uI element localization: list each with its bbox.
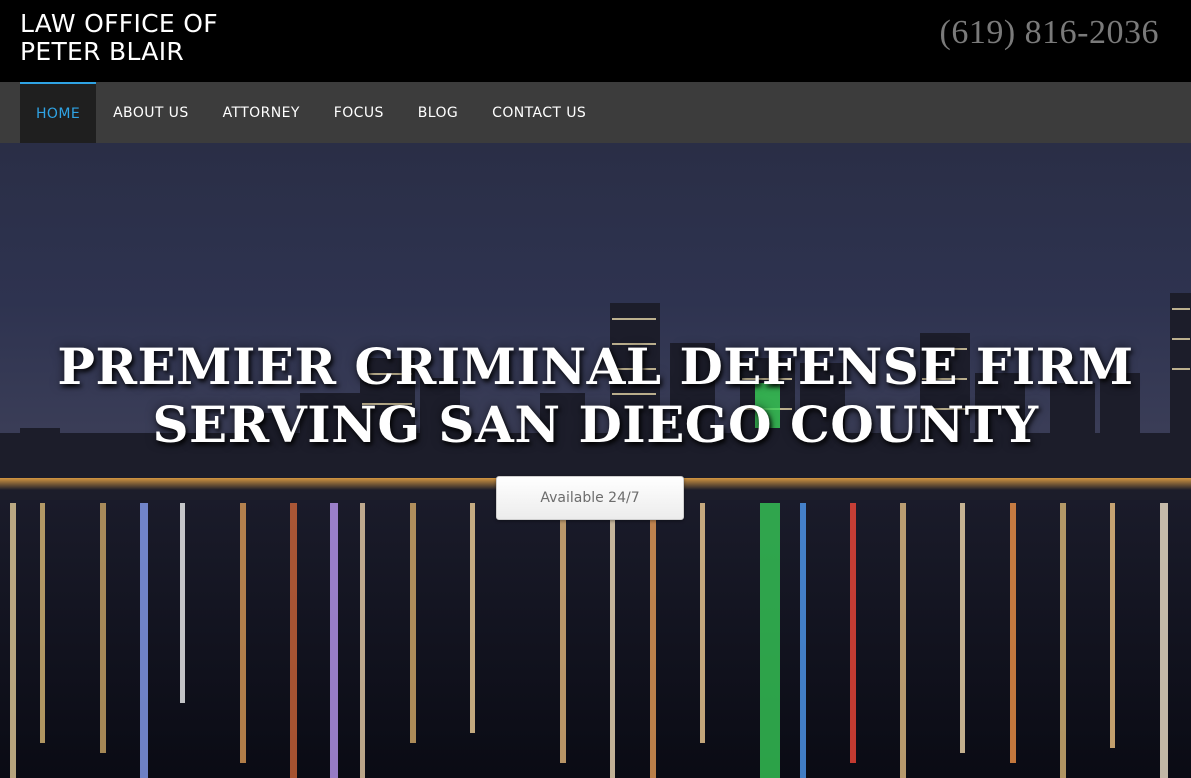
brand-line-1: LAW OFFICE OF xyxy=(20,9,218,38)
hero-headline: PREMIER CRIMINAL DEFENSE FIRM SERVING SA… xyxy=(0,338,1191,454)
nav-item-attorney[interactable]: ATTORNEY xyxy=(206,82,317,143)
headline-line-1: PREMIER CRIMINAL DEFENSE FIRM xyxy=(57,337,1134,396)
nav-item-about-us[interactable]: ABOUT US xyxy=(96,82,206,143)
headline-line-2: SERVING SAN DIEGO COUNTY xyxy=(152,395,1039,454)
available-button[interactable]: Available 24/7 xyxy=(496,476,684,520)
city-skyline-image xyxy=(0,293,1191,778)
nav-item-blog[interactable]: BLOG xyxy=(401,82,475,143)
nav-item-home[interactable]: HOME xyxy=(20,82,97,143)
nav-item-focus[interactable]: FOCUS xyxy=(317,82,401,143)
brand-line-2: PETER BLAIR xyxy=(20,37,185,66)
hero-banner: PREMIER CRIMINAL DEFENSE FIRM SERVING SA… xyxy=(0,143,1191,778)
site-logo[interactable]: LAW OFFICE OF PETER BLAIR xyxy=(20,10,218,66)
main-nav: HOME ABOUT US ATTORNEY FOCUS BLOG CONTAC… xyxy=(0,82,1191,143)
phone-number[interactable]: (619) 816-2036 xyxy=(940,14,1159,52)
site-header: LAW OFFICE OF PETER BLAIR (619) 816-2036 xyxy=(0,0,1191,82)
nav-item-contact-us[interactable]: CONTACT US xyxy=(475,82,603,143)
